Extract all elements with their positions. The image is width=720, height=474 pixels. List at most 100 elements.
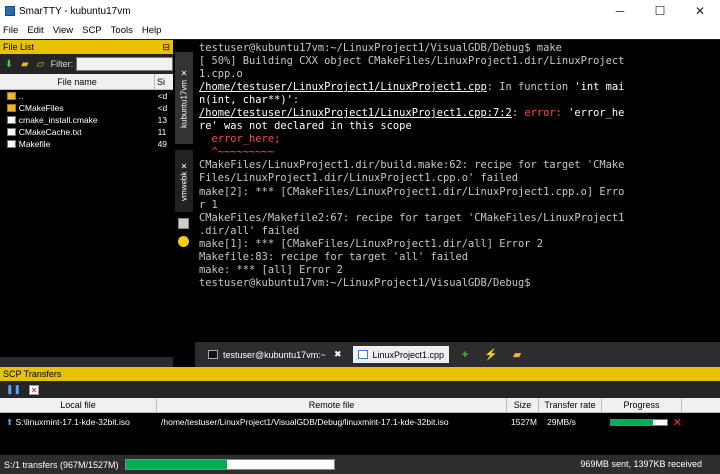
scp-toolbar: ❚❚ ✕ <box>0 381 720 398</box>
session-tab-label: kubuntu17vm <box>179 79 189 128</box>
file-name: .. <box>18 91 24 101</box>
terminal-line: Makefile:83: recipe for target 'all' fai… <box>199 251 720 264</box>
terminal-text: error: <box>524 107 562 120</box>
new-folder-icon[interactable]: ▱ <box>35 58 47 70</box>
terminal-line: make[2]: *** [CMakeFiles/LinuxProject1.d… <box>199 186 720 199</box>
menu-view[interactable]: View <box>53 25 73 36</box>
terminal-line: r 1 <box>199 199 720 212</box>
status-traffic: 969MB sent, 1397KB received <box>580 459 702 469</box>
pause-icon[interactable]: ❚❚ <box>6 384 21 395</box>
terminal-text: testuser@kubuntu17vm:~/LinuxProject1/Vis… <box>199 276 531 289</box>
file-icon[interactable] <box>178 218 189 229</box>
progress-cell: ✕ <box>602 416 682 429</box>
terminal-line: /home/testuser/LinuxProject1/LinuxProjec… <box>199 107 720 120</box>
smartty-window: SmarTTY - kubuntu17vm ─ ☐ ✕ File Edit Vi… <box>0 0 720 474</box>
filter-input[interactable] <box>76 57 173 71</box>
file-row[interactable]: CMakeFiles <d <box>0 102 173 114</box>
file-name: CMakeFiles <box>18 103 64 113</box>
maximize-button[interactable]: ☐ <box>640 0 680 22</box>
terminal-output[interactable]: testuser@kubuntu17vm:~/LinuxProject1/Vis… <box>195 40 720 342</box>
file-row[interactable]: CMakeCache.txt 11 <box>0 126 173 138</box>
plus-icon[interactable]: + <box>455 346 475 363</box>
open-folder-icon[interactable]: ▰ <box>19 58 31 70</box>
terminal-line: testuser@kubuntu17vm:~/LinuxProject1/Vis… <box>199 277 720 290</box>
terminal-line: n(int, char**)': <box>199 94 720 107</box>
cancel-icon[interactable]: ✕ <box>29 384 40 395</box>
tab-linuxproject1-cpp[interactable]: LinuxProject1.cpp <box>352 346 450 363</box>
tab-terminal[interactable]: testuser@kubuntu17vm:~ ✖ <box>203 346 347 363</box>
menu-edit[interactable]: Edit <box>27 25 43 36</box>
status-bar: S:/1 transfers (967M/1527M) 969MB sent, … <box>0 455 720 474</box>
file-name: cmake_install.cmake <box>18 115 98 125</box>
terminal-line: .dir/all' failed <box>199 225 720 238</box>
column-size[interactable]: Si <box>155 74 173 89</box>
scp-columns: Local file Remote file Size Transfer rat… <box>0 398 720 413</box>
terminal-text: 'int mai <box>574 81 625 94</box>
column-local-file[interactable]: Local file <box>0 398 157 412</box>
terminal-line: make: *** [all] Error 2 <box>199 264 720 277</box>
file-row[interactable]: Makefile 49 <box>0 138 173 150</box>
terminal-text: make[1]: *** [CMakeFiles/LinuxProject1.d… <box>199 237 544 250</box>
close-icon[interactable]: ✕ <box>180 161 189 170</box>
local-file: S:\linuxmint-17.1-kde-32bit.iso <box>15 416 130 427</box>
column-size[interactable]: Size <box>507 398 539 412</box>
status-summary: S:/1 transfers (967M/1527M) <box>4 459 119 470</box>
session-tab-kubuntu17vm[interactable]: kubuntu17vm ✕ <box>175 52 193 144</box>
column-file-name[interactable]: File name <box>0 74 155 89</box>
pin-icon[interactable]: ⊟ <box>162 42 170 53</box>
minimize-button[interactable]: ─ <box>600 0 640 22</box>
file-row[interactable]: .. <d <box>0 90 173 102</box>
transfer-row[interactable]: ⬆ S:\linuxmint-17.1-kde-32bit.iso /home/… <box>0 415 720 429</box>
folder-icon <box>7 104 16 112</box>
cancel-transfer-icon[interactable]: ✕ <box>673 416 682 429</box>
terminal-text: Makefile:83: recipe for target 'all' fai… <box>199 250 468 263</box>
close-button[interactable]: ✕ <box>680 0 720 22</box>
menu-bar: File Edit View SCP Tools Help <box>0 22 720 39</box>
terminal-line: ^~~~~~~~~~ <box>199 146 720 159</box>
document-icon <box>357 350 368 359</box>
column-transfer-rate[interactable]: Transfer rate <box>539 398 602 412</box>
lightning-icon[interactable]: ⚡ <box>481 346 501 363</box>
terminal-line: CMakeFiles/LinuxProject1.dir/build.make:… <box>199 159 720 172</box>
window-controls: ─ ☐ ✕ <box>600 0 720 22</box>
terminal-text: [ 50%] Building CXX object CMakeFiles/Li… <box>199 55 625 68</box>
file-icon <box>7 140 16 148</box>
close-icon[interactable]: ✕ <box>180 68 189 77</box>
terminal-text: CMakeFiles/Makefile2:67: recipe for targ… <box>199 211 625 224</box>
window-title: SmarTTY - kubuntu17vm <box>19 5 131 17</box>
app-icon <box>5 6 15 16</box>
download-icon[interactable]: ⬇ <box>3 58 15 70</box>
terminal-line: CMakeFiles/Makefile2:67: recipe for targ… <box>199 212 720 225</box>
file-size: <d <box>157 103 168 113</box>
menu-scp[interactable]: SCP <box>82 25 102 36</box>
terminal-text: error_here; <box>199 133 281 146</box>
session-tab-vmwebk[interactable]: vmwebk ✕ <box>175 150 193 212</box>
file-list-toolbar: ⬇ ▰ ▱ Filter: <box>0 54 173 74</box>
file-list-scrollbar[interactable] <box>0 357 173 367</box>
terminal-line: 1.cpp.o <box>199 68 720 81</box>
terminal-text: re' was not declared in this scope <box>199 120 412 133</box>
terminal-text: make[2]: *** [CMakeFiles/LinuxProject1.d… <box>199 185 625 198</box>
column-remote-file[interactable]: Remote file <box>157 398 507 412</box>
transfer-rate: 29MB/s <box>547 417 576 427</box>
session-tab-label: vmwebk <box>179 171 189 202</box>
terminal-text: n(int, char**)' <box>199 94 293 107</box>
terminal-text: /home/testuser/LinuxProject1/LinuxProjec… <box>199 107 512 120</box>
menu-help[interactable]: Help <box>142 25 162 36</box>
file-row[interactable]: cmake_install.cmake 13 <box>0 114 173 126</box>
close-icon[interactable]: ✖ <box>334 349 342 360</box>
menu-file[interactable]: File <box>3 25 18 36</box>
file-list-title: File List <box>3 42 35 52</box>
terminal-text: 'error_he <box>561 107 625 120</box>
add-session-icon[interactable] <box>178 236 189 247</box>
overall-progress-bar <box>124 459 335 470</box>
scp-transfers-title: SCP Transfers <box>0 367 720 381</box>
file-icon <box>7 128 16 136</box>
file-size: 13 <box>157 115 168 125</box>
transfer-size: 1527M <box>511 417 537 427</box>
folder-icon[interactable]: ▰ <box>507 346 527 363</box>
column-progress[interactable]: Progress <box>602 398 682 412</box>
menu-tools[interactable]: Tools <box>111 25 133 36</box>
terminal-line: /home/testuser/LinuxProject1/LinuxProjec… <box>199 81 720 94</box>
terminal-text: : In function <box>486 81 575 94</box>
